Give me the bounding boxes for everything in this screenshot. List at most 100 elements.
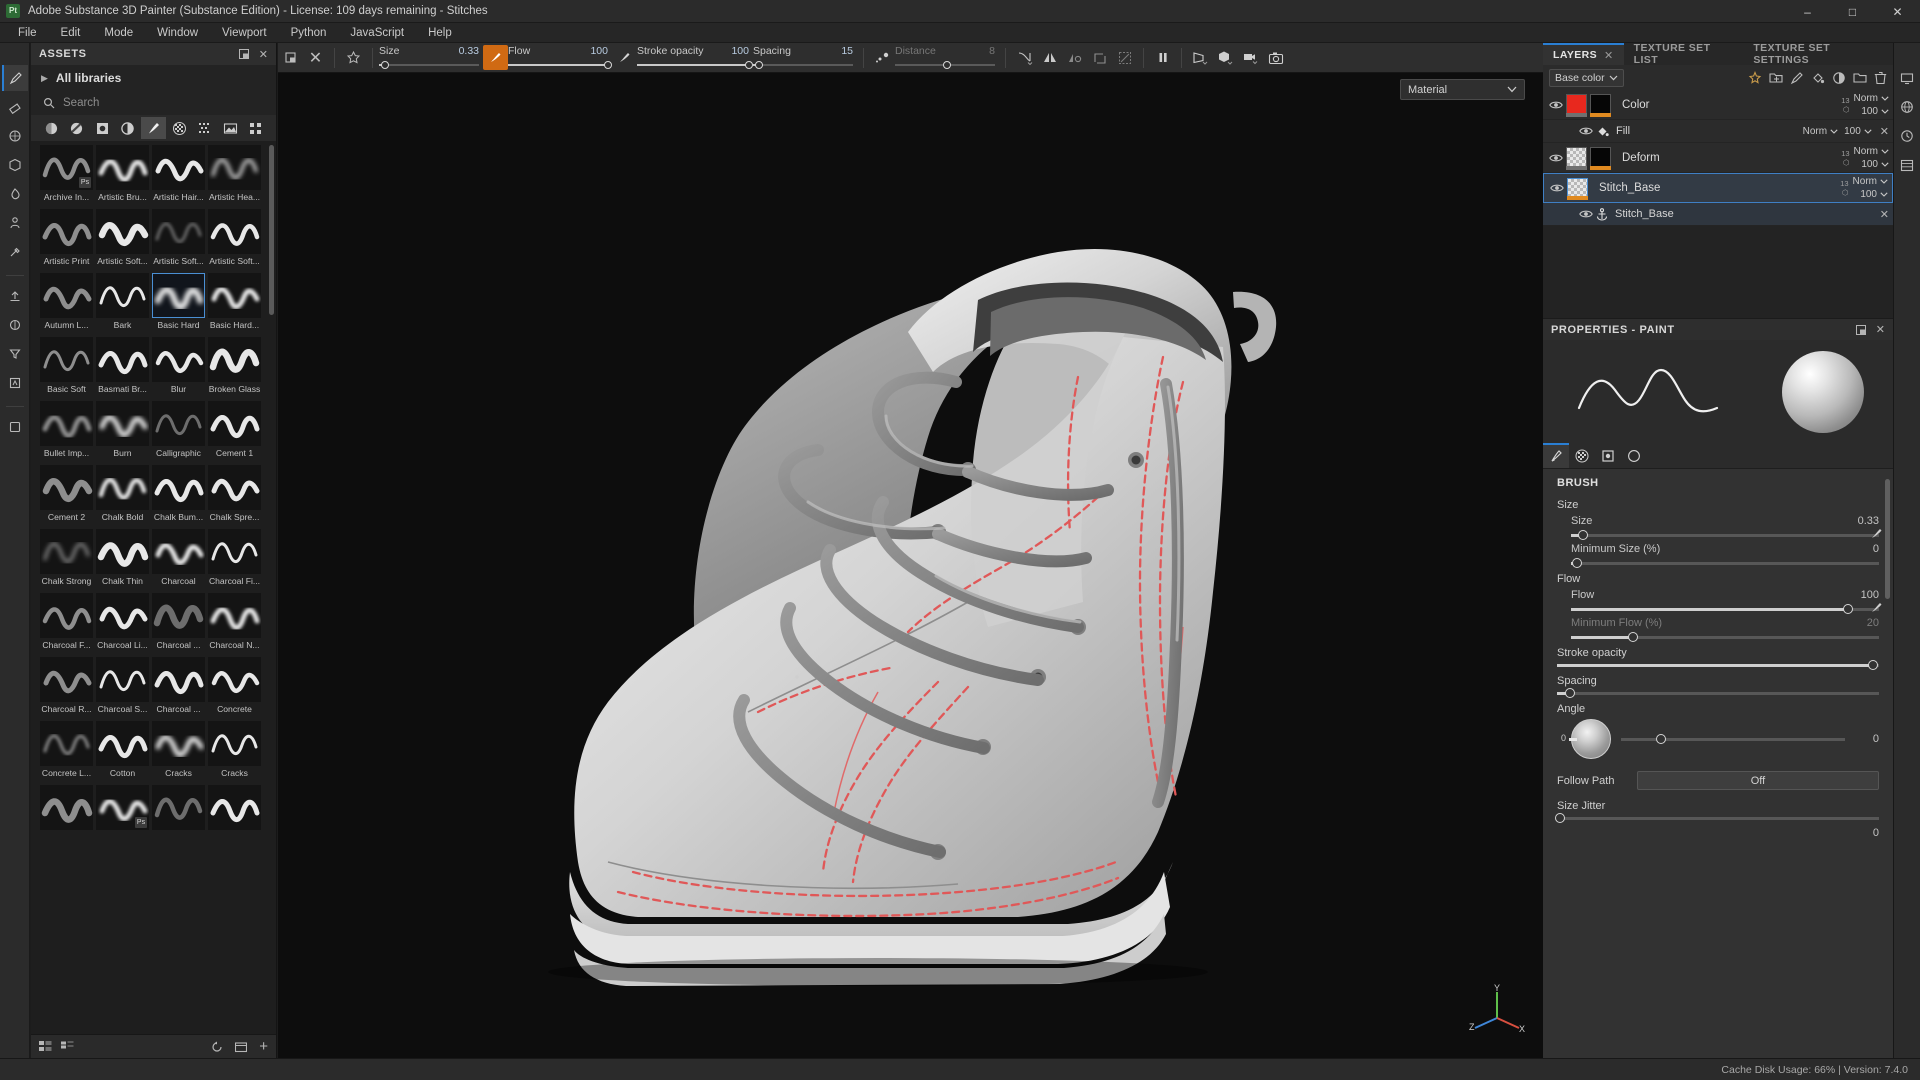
environments-icon[interactable] [218, 117, 243, 139]
brush-item[interactable]: Basic Soft [39, 337, 94, 400]
menu-item-python[interactable]: Python [279, 23, 339, 43]
brush-item[interactable] [207, 785, 262, 848]
smudge-tool-icon[interactable] [2, 181, 28, 207]
brush-item[interactable]: Charcoal F... [39, 593, 94, 656]
mask-icon[interactable] [1832, 71, 1846, 85]
channel-select[interactable]: Base color [1549, 68, 1624, 87]
brush-item[interactable]: Cracks [151, 721, 206, 784]
layer-opacity[interactable]: 100 [1861, 159, 1889, 170]
brush-item[interactable]: Charcoal Fi... [207, 529, 262, 592]
tab-brush-icon[interactable] [1543, 443, 1569, 468]
brush-item[interactable]: Charcoal R... [39, 657, 94, 720]
toolbar-size-slider[interactable]: Size 0.33 [379, 43, 479, 73]
property-slider-row[interactable]: Minimum Size (%) 0 [1557, 543, 1879, 568]
video-icon[interactable] [1238, 45, 1263, 70]
toolbar-spacing-slider[interactable]: Spacing 15 [753, 43, 853, 73]
properties-dock-icon[interactable] [1855, 324, 1866, 335]
generator-icon[interactable] [2, 370, 28, 396]
menu-item-file[interactable]: File [6, 23, 49, 43]
brush-item[interactable]: Artistic Soft... [207, 209, 262, 272]
brush-item[interactable]: Bark [95, 273, 150, 336]
menu-item-help[interactable]: Help [416, 23, 464, 43]
layer-blend-mode[interactable]: Norm [1854, 146, 1889, 157]
brush-item[interactable]: Cement 1 [207, 401, 262, 464]
brush-item[interactable]: Bullet Imp... [39, 401, 94, 464]
brush-item[interactable]: Artistic Bru... [95, 145, 150, 208]
eraser-tool-icon[interactable] [2, 94, 28, 120]
new-folder-icon[interactable] [1853, 71, 1867, 84]
brush-item[interactable] [151, 785, 206, 848]
export-icon[interactable] [2, 283, 28, 309]
projection-tool-icon[interactable] [2, 123, 28, 149]
import-icon[interactable] [235, 1041, 248, 1053]
3d-viewport[interactable]: Material Y Z X [278, 73, 1543, 1058]
brushes-icon[interactable] [141, 117, 166, 139]
toolbar-stroke-opacity-slider[interactable]: Stroke opacity 100 [637, 43, 753, 73]
layer-row[interactable]: Color 13 ⬡ Norm 100 [1543, 90, 1893, 120]
brush-item[interactable]: Chalk Bum... [151, 465, 206, 528]
toolbar-distance-slider[interactable]: Distance 8 [895, 43, 995, 73]
brush-item[interactable]: Chalk Thin [95, 529, 150, 592]
transform-icon[interactable] [1087, 45, 1112, 70]
brush-item[interactable]: Basmati Br... [95, 337, 150, 400]
layer-visibility-icon[interactable] [1549, 153, 1566, 163]
effect-opacity[interactable]: 100 [1844, 126, 1872, 137]
menu-item-javascript[interactable]: JavaScript [338, 23, 416, 43]
camera-persp-icon[interactable] [1188, 45, 1213, 70]
fill-layer-icon[interactable] [1811, 71, 1825, 85]
brush-item[interactable] [39, 785, 94, 848]
library-selector[interactable]: ▶ All libraries [31, 65, 276, 91]
brush-item[interactable]: Ps Archive In... [39, 145, 94, 208]
tab-material-icon[interactable] [1621, 443, 1647, 468]
history-icon[interactable] [1894, 123, 1920, 149]
paint-tool-icon[interactable] [1, 65, 28, 91]
flow-pen-pressure-icon[interactable] [612, 45, 637, 70]
layer-opacity[interactable]: 100 [1861, 106, 1889, 117]
menu-item-viewport[interactable]: Viewport [210, 23, 279, 43]
bake-icon[interactable] [2, 312, 28, 338]
tab-texture-set-list[interactable]: TEXTURE SET LIST [1623, 42, 1744, 66]
layer-effect-row[interactable]: Stitch_Base ✕ [1543, 203, 1893, 226]
brush-item[interactable]: Basic Hard [151, 273, 206, 336]
brush-item[interactable]: Artistic Hea... [207, 145, 262, 208]
brush-cursor-icon[interactable] [341, 45, 366, 70]
brush-item[interactable]: Autumn L... [39, 273, 94, 336]
property-slider-row[interactable]: Flow 100 [1557, 589, 1882, 614]
brush-item[interactable]: Charcoal N... [207, 593, 262, 656]
brush-item[interactable]: Chalk Bold [95, 465, 150, 528]
screenshot-icon[interactable] [1263, 45, 1288, 70]
layer-effect-row[interactable]: Fill Norm 100 ✕ [1543, 120, 1893, 143]
layer-blend-mode[interactable]: Norm [1854, 93, 1889, 104]
scatter-dots-icon[interactable] [870, 45, 895, 70]
paint-layer-icon[interactable] [1790, 71, 1804, 85]
color-picker-tool-icon[interactable] [2, 239, 28, 265]
brush-item[interactable]: Ps [95, 785, 150, 848]
assets-scrollbar[interactable] [269, 145, 274, 315]
search-input[interactable] [63, 97, 264, 109]
brush-item[interactable]: Broken Glass [207, 337, 262, 400]
brush-item[interactable]: Cracks [207, 721, 262, 784]
layer-row[interactable]: Deform 13 ⬡ Norm 100 [1543, 143, 1893, 173]
pause-icon[interactable] [1150, 45, 1175, 70]
materials-icon[interactable] [39, 117, 64, 139]
tab-texture-set-settings[interactable]: TEXTURE SET SETTINGS [1743, 42, 1893, 66]
effect-remove-icon[interactable]: ✕ [1880, 208, 1893, 221]
brush-item[interactable]: Basic Hard... [207, 273, 262, 336]
brush-item[interactable]: Charcoal ... [151, 593, 206, 656]
brush-item[interactable]: Charcoal ... [151, 657, 206, 720]
brush-item[interactable]: Charcoal Li... [95, 593, 150, 656]
brush-item[interactable]: Chalk Spre... [207, 465, 262, 528]
mirror-alt-icon[interactable] [1062, 45, 1087, 70]
layer-visibility-icon[interactable] [1549, 100, 1566, 110]
layer-mask-thumbnail[interactable] [1590, 94, 1611, 115]
menu-item-edit[interactable]: Edit [49, 23, 93, 43]
environment-icon[interactable] [1894, 94, 1920, 120]
layer-opacity[interactable]: 100 [1860, 189, 1888, 200]
clone-tool-icon[interactable] [2, 210, 28, 236]
layer-blend-mode[interactable]: Norm [1853, 176, 1888, 187]
layer-visibility-icon[interactable] [1550, 183, 1567, 193]
brush-item[interactable]: Artistic Hair... [151, 145, 206, 208]
refresh-icon[interactable] [211, 1041, 223, 1053]
cube-icon[interactable] [1213, 45, 1238, 70]
brush-item[interactable]: Concrete [207, 657, 262, 720]
